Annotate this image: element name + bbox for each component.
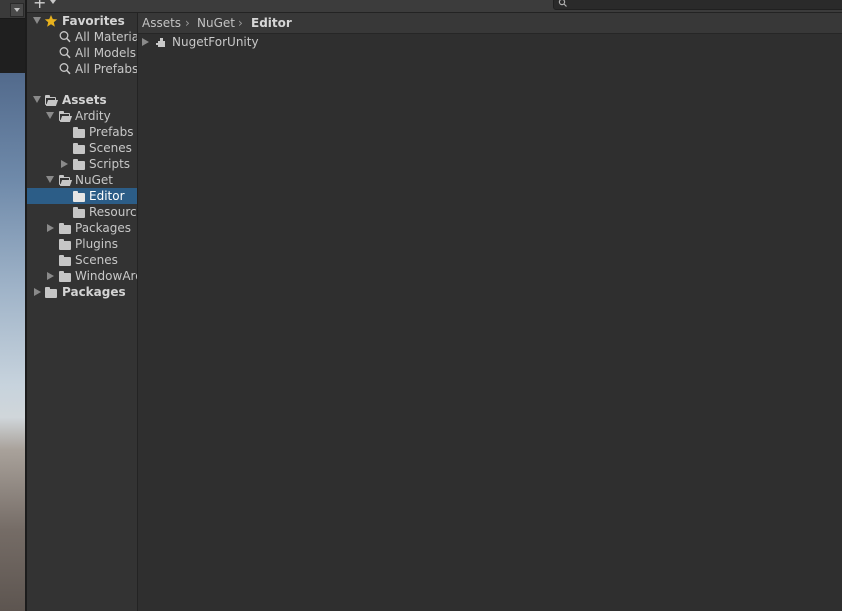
search-icon xyxy=(558,0,567,7)
collapse-arrow-icon[interactable] xyxy=(142,38,149,46)
search-icon xyxy=(59,47,71,59)
tree-item-label: All Models xyxy=(75,46,136,60)
tree-item-label: Editor xyxy=(89,189,125,203)
tree-item-label: All Materials xyxy=(75,30,137,44)
search-icon xyxy=(59,63,71,75)
expand-arrow-icon[interactable] xyxy=(46,112,54,119)
expand-arrow-icon[interactable] xyxy=(33,96,41,103)
chevron-down-icon xyxy=(50,0,56,4)
project-folder-tree: Favorites All Materials All Models All P… xyxy=(27,13,137,611)
tree-item-favorites[interactable]: Favorites xyxy=(27,13,137,29)
scene-view-strip xyxy=(0,0,25,611)
tree-item-assets[interactable]: Assets xyxy=(27,92,137,108)
breadcrumb-item-nuget[interactable]: NuGet xyxy=(197,15,235,31)
breadcrumb: Assets › NuGet › Editor xyxy=(138,13,842,34)
tree-item-label: Resources xyxy=(89,205,137,219)
tree-item-nuget[interactable]: NuGet xyxy=(27,172,137,188)
folder-open-icon xyxy=(58,173,73,187)
tree-item-ardity-scripts[interactable]: Scripts xyxy=(27,156,137,172)
tree-item-nuget-editor[interactable]: Editor xyxy=(27,188,137,204)
folder-icon xyxy=(58,269,72,283)
project-content-area[interactable]: Assets › NuGet › Editor NugetForUnity xyxy=(138,13,842,611)
collapse-arrow-icon[interactable] xyxy=(47,272,54,280)
tree-item-label: Scenes xyxy=(75,253,118,267)
scene-toolbar xyxy=(0,0,25,19)
tree-item-label: Plugins xyxy=(75,237,118,251)
tree-item-all-models[interactable]: All Models xyxy=(27,45,137,61)
star-icon xyxy=(44,15,58,27)
tree-item-nuget-resources[interactable]: Resources xyxy=(27,204,137,220)
tree-item-label: Ardity xyxy=(75,109,111,123)
folder-icon xyxy=(58,237,72,251)
create-button[interactable]: + xyxy=(33,0,59,11)
breadcrumb-separator: › xyxy=(185,16,190,30)
scene-toolbar-area xyxy=(0,19,25,73)
tree-item-label: Prefabs xyxy=(89,125,134,139)
project-toolbar: + xyxy=(27,0,842,13)
folder-open-icon xyxy=(44,93,59,107)
tree-item-all-prefabs[interactable]: All Prefabs xyxy=(27,61,137,77)
tree-item-scenes[interactable]: Scenes xyxy=(27,252,137,268)
folder-icon xyxy=(72,157,86,171)
tree-item-label: Favorites xyxy=(62,14,125,28)
search-icon xyxy=(59,31,71,43)
tree-item-label: NuGet xyxy=(75,173,113,187)
search-input[interactable] xyxy=(553,0,842,10)
tree-item-packages[interactable]: Packages xyxy=(27,220,137,236)
asset-row-nugetforunity[interactable]: NugetForUnity xyxy=(138,34,842,50)
tree-item-all-materials[interactable]: All Materials xyxy=(27,29,137,45)
folder-icon xyxy=(72,189,86,203)
breadcrumb-item-assets[interactable]: Assets xyxy=(142,15,181,31)
tree-item-label: Assets xyxy=(62,93,107,107)
tree-item-plugins[interactable]: Plugins xyxy=(27,236,137,252)
folder-icon xyxy=(72,125,86,139)
tree-item-ardity-scenes[interactable]: Scenes xyxy=(27,140,137,156)
tree-item-ardity[interactable]: Ardity xyxy=(27,108,137,124)
expand-arrow-icon[interactable] xyxy=(33,17,41,24)
collapse-arrow-icon[interactable] xyxy=(61,160,68,168)
tree-item-ardity-prefabs[interactable]: Prefabs xyxy=(27,124,137,140)
breadcrumb-item-editor[interactable]: Editor xyxy=(251,15,292,31)
folder-icon xyxy=(72,205,86,219)
tree-item-label: All Prefabs xyxy=(75,62,137,76)
folder-icon xyxy=(72,141,86,155)
plugin-icon xyxy=(156,38,165,47)
folder-icon xyxy=(44,285,58,299)
tree-item-label: Packages xyxy=(75,221,131,235)
scene-dropdown-button[interactable] xyxy=(10,3,24,17)
expand-arrow-icon[interactable] xyxy=(46,176,54,183)
tree-item-windowardity[interactable]: WindowArd xyxy=(27,268,137,284)
folder-icon xyxy=(58,253,72,267)
tree-item-root-packages[interactable]: Packages xyxy=(27,284,137,300)
folder-open-icon xyxy=(58,109,73,123)
collapse-arrow-icon[interactable] xyxy=(47,224,54,232)
collapse-arrow-icon[interactable] xyxy=(34,288,41,296)
breadcrumb-separator: › xyxy=(238,16,243,30)
tree-item-label: Scripts xyxy=(89,157,131,171)
tree-item-label: WindowArd xyxy=(75,269,137,283)
scene-skybox[interactable] xyxy=(0,73,25,611)
asset-label: NugetForUnity xyxy=(172,35,259,49)
tree-item-label: Scenes xyxy=(89,141,132,155)
plus-icon: + xyxy=(33,0,47,12)
tree-item-label: Packages xyxy=(62,285,126,299)
folder-icon xyxy=(58,221,72,235)
